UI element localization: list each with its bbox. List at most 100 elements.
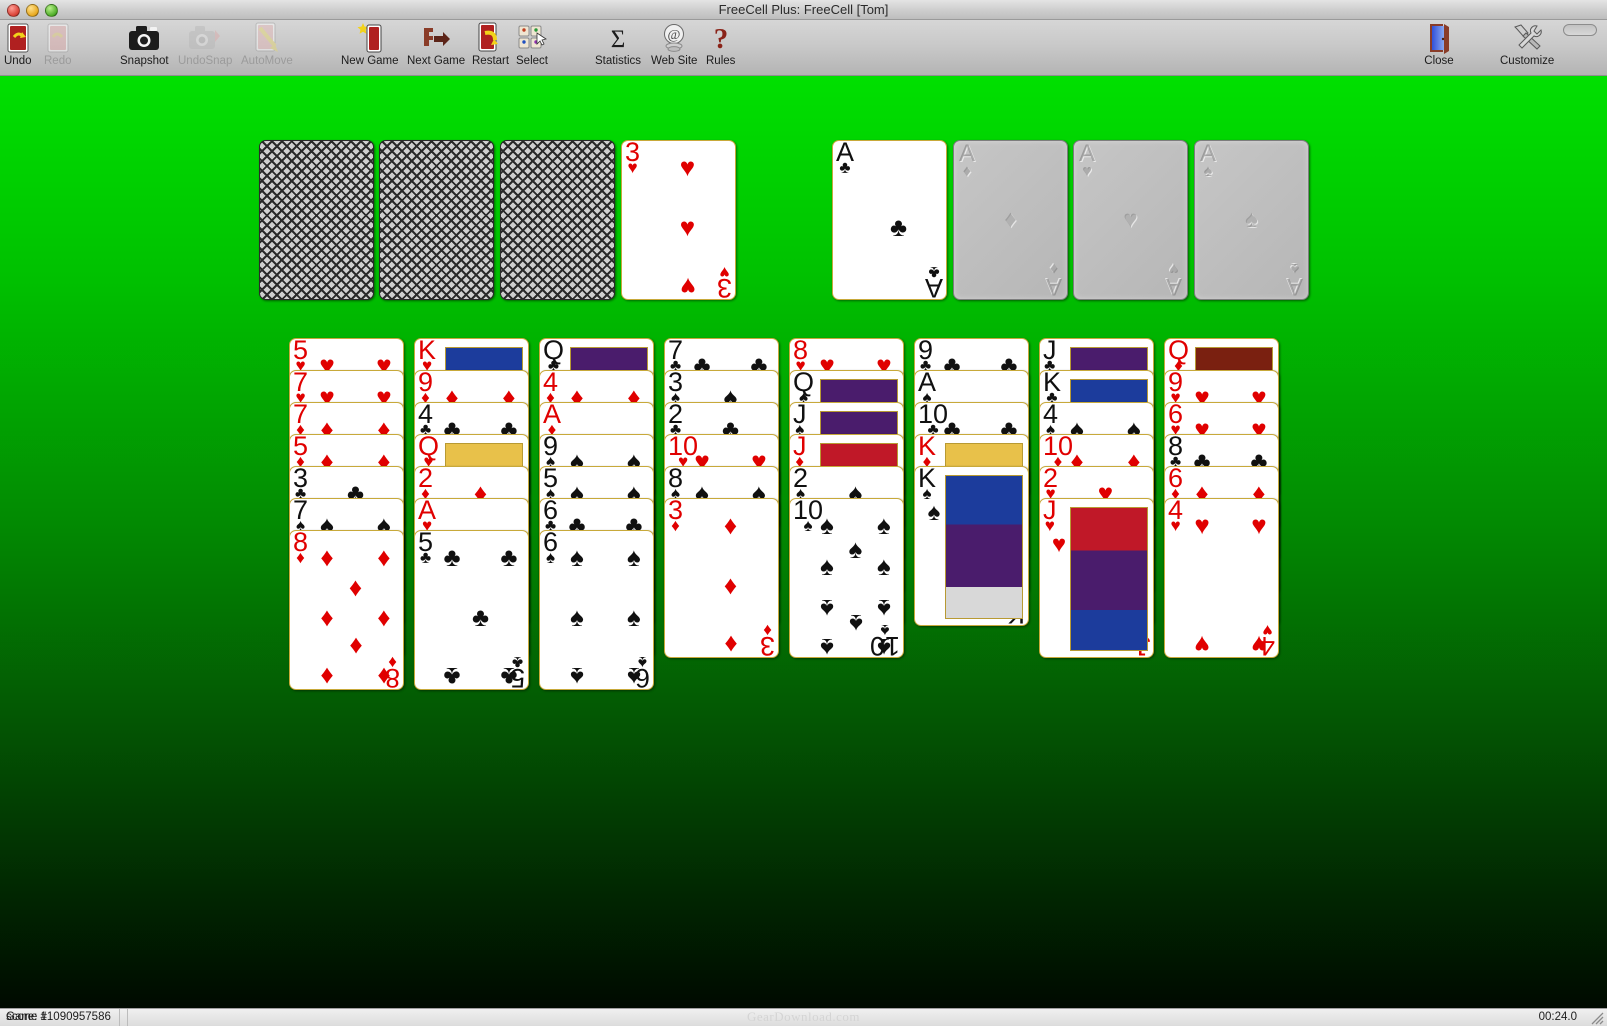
card-corner-top-left: A ♦: [543, 403, 561, 438]
toolbar-button-label: Web Site: [651, 55, 698, 67]
card-pips: ♥ ♥ ♥ ♥: [1191, 503, 1270, 657]
card-3-of-diamonds-col3[interactable]: 3 ♦ 3 ♦ ♦ ♦ ♦: [664, 498, 779, 658]
pip-hearts-icon: ♥: [1051, 531, 1067, 558]
card-pips: ♠ ♠ ♠ ♠ ♠ ♠ ♠ ♠ ♠ ♠: [816, 503, 895, 657]
foundation-ghost-bottom-right: A ♥: [1165, 260, 1182, 300]
card-4-of-hearts-col7[interactable]: 4 ♥ 4 ♥ ♥ ♥ ♥ ♥: [1164, 498, 1279, 658]
card-corner-top-left: 6 ♥: [1168, 403, 1183, 438]
card-corner-top-left: 4 ♦: [543, 371, 558, 406]
pip-spades-icon: ♠: [627, 662, 641, 690]
card-corner-top-left: 9 ♠: [543, 435, 558, 470]
card-corner-top-left: 6 ♣: [543, 499, 558, 534]
toolbar-button-redo: Redo: [44, 22, 72, 74]
svg-text:@: @: [668, 28, 681, 43]
pip-spades-icon: ♠: [570, 542, 584, 572]
toolbar-button-statistics[interactable]: Σ Statistics: [595, 22, 641, 74]
card-suit-spades-icon: ♠: [803, 516, 813, 536]
card-corner-top-left: 3 ♣: [293, 467, 308, 502]
card-a-of-clubs-foundation[interactable]: A ♣ A ♣ ♣: [832, 140, 947, 300]
card-corner-top-left: 2 ♥: [1043, 467, 1058, 502]
card-corner-top-left: 7 ♦: [293, 403, 308, 438]
door-icon: [1424, 22, 1454, 54]
toolbar-button-label: Close: [1424, 55, 1454, 67]
free-cell-empty-2[interactable]: [500, 140, 615, 300]
window-title-bar: FreeCell Plus: FreeCell [Tom]: [0, 0, 1607, 20]
pip-spades-icon: ♠: [820, 633, 834, 658]
foundation-ghost-bottom-right: A ♦: [1046, 260, 1062, 299]
card-3-of-hearts-freecell[interactable]: 3 ♥ 3 ♥ ♥ ♥ ♥: [621, 140, 736, 300]
question-mark-icon: ?: [710, 22, 732, 54]
card-pips: ♥ ♥ ♥: [648, 145, 727, 299]
toolbar-button-label: UndoSnap: [178, 55, 233, 67]
card-corner-top-left: 8 ♠: [668, 467, 683, 502]
toolbar-button-snapshot[interactable]: Snapshot: [120, 22, 169, 74]
card-corner-top-left: K ♦: [918, 435, 936, 470]
at-sign-globe-icon: @: [659, 22, 689, 54]
resize-grip-icon[interactable]: [1589, 1010, 1605, 1025]
card-8-of-diamonds-col0[interactable]: 8 ♦ 8 ♦ ♦ ♦ ♦ ♦ ♦ ♦ ♦ ♦: [289, 530, 404, 690]
card-corner-top-left: Q ♣: [543, 339, 564, 374]
pip-diamonds-icon: ♦: [348, 572, 363, 602]
foundation-ghost-center-pip: ♥: [1123, 206, 1138, 233]
card-corner-top-left: Q ♠: [793, 371, 814, 406]
free-cell-empty-1[interactable]: [379, 140, 494, 300]
pip-diamonds-icon: ♦: [723, 570, 738, 600]
new-game-card-icon: [356, 22, 384, 54]
card-suit-diamonds-icon: ♦: [671, 516, 680, 536]
select-grid-icon: [517, 22, 547, 54]
pip-spades-icon: ♠: [627, 542, 641, 572]
foundation-ghost-center-pip: ♠: [1245, 206, 1258, 233]
card-corner-top-left: Q ♦: [1168, 339, 1189, 374]
toolbar-button-rules[interactable]: ? Rules: [706, 22, 735, 74]
foundation-ghost-suit-diamonds-icon: ♦: [962, 162, 972, 180]
card-5-of-clubs-col1[interactable]: 5 ♣ 5 ♣ ♣ ♣ ♣ ♣ ♣: [414, 530, 529, 690]
foundation-empty-hearts[interactable]: A ♥ A ♥ ♥: [1073, 140, 1188, 300]
card-10-of-spades-col4[interactable]: 10 ♠ 10 ♠ ♠ ♠ ♠ ♠ ♠ ♠ ♠ ♠ ♠ ♠: [789, 498, 904, 658]
free-cell-empty-0[interactable]: [259, 140, 374, 300]
card-corner-top-left: 5 ♦: [293, 435, 308, 470]
card-6-of-spades-col2[interactable]: 6 ♠ 6 ♠ ♠ ♠ ♠ ♠ ♠ ♠: [539, 530, 654, 690]
pip-hearts-icon: ♥: [1251, 510, 1267, 540]
toolbar-button-restart[interactable]: Restart: [472, 22, 509, 74]
card-corner-top-left: 5 ♠: [543, 467, 558, 502]
card-corner-top-left: 4 ♣: [418, 403, 433, 438]
court-card-portrait-j: [1070, 507, 1148, 651]
automove-arrow-icon: [254, 22, 280, 54]
pip-spades-icon: ♠: [570, 662, 584, 690]
next-game-icon: [421, 22, 451, 54]
toolbar-button-next-game[interactable]: Next Game: [407, 22, 465, 74]
svg-text:Σ: Σ: [611, 26, 626, 52]
toolbar-button-label: Select: [516, 55, 548, 67]
card-corner-top-left: 9 ♥: [1168, 371, 1183, 406]
pip-spades-icon: ♠: [927, 499, 941, 526]
foundation-ghost-rank: A: [1200, 140, 1217, 167]
toolbar-button-close[interactable]: Close: [1424, 22, 1454, 74]
pip-hearts-icon: ♥: [679, 272, 696, 300]
card-corner-top-left: J ♥: [1043, 499, 1057, 534]
pip-spades-icon: ♠: [877, 594, 891, 624]
court-card-portrait-k: [945, 475, 1023, 619]
card-j-of-hearts-col6[interactable]: J♥J♥♥: [1039, 498, 1154, 658]
pip-spades-icon: ♠: [877, 550, 891, 581]
toolbar-button-undo[interactable]: Undo: [4, 22, 32, 74]
card-corner-top-left: 2 ♣: [668, 403, 683, 438]
card-corner-top-left: 5 ♣: [418, 531, 433, 566]
window-title: FreeCell Plus: FreeCell [Tom]: [718, 2, 889, 17]
card-k-of-spades-col5[interactable]: K♠K♠♠: [914, 466, 1029, 626]
toolbar-button-customize[interactable]: Customize: [1500, 22, 1554, 74]
foundation-empty-spades[interactable]: A ♠ A ♠ ♠: [1194, 140, 1309, 300]
toolbar-button-label: Customize: [1500, 55, 1555, 67]
pip-spades-icon: ♠: [820, 510, 834, 540]
foundation-ghost-suit-hearts-icon: ♥: [1082, 162, 1092, 180]
toolbar-button-label: Rules: [706, 55, 736, 67]
toolbar-button-select[interactable]: Select: [516, 22, 548, 74]
foundation-ghost-rank: A: [1165, 273, 1182, 300]
toolbar-button-web-site[interactable]: @ Web Site: [651, 22, 697, 74]
toolbar-button-new-game[interactable]: New Game: [341, 22, 399, 74]
foundation-empty-diamonds[interactable]: A ♦ A ♦ ♦: [953, 140, 1068, 300]
card-corner-top-left: 3 ♠: [668, 371, 683, 406]
card-corner-top-left: 9 ♣: [918, 339, 933, 374]
card-corner-top-left: 7 ♥: [293, 371, 308, 406]
toolbar-toggle-pill-button[interactable]: [1563, 24, 1597, 36]
foundation-ghost-suit-diamonds-icon: ♦: [1049, 260, 1059, 278]
